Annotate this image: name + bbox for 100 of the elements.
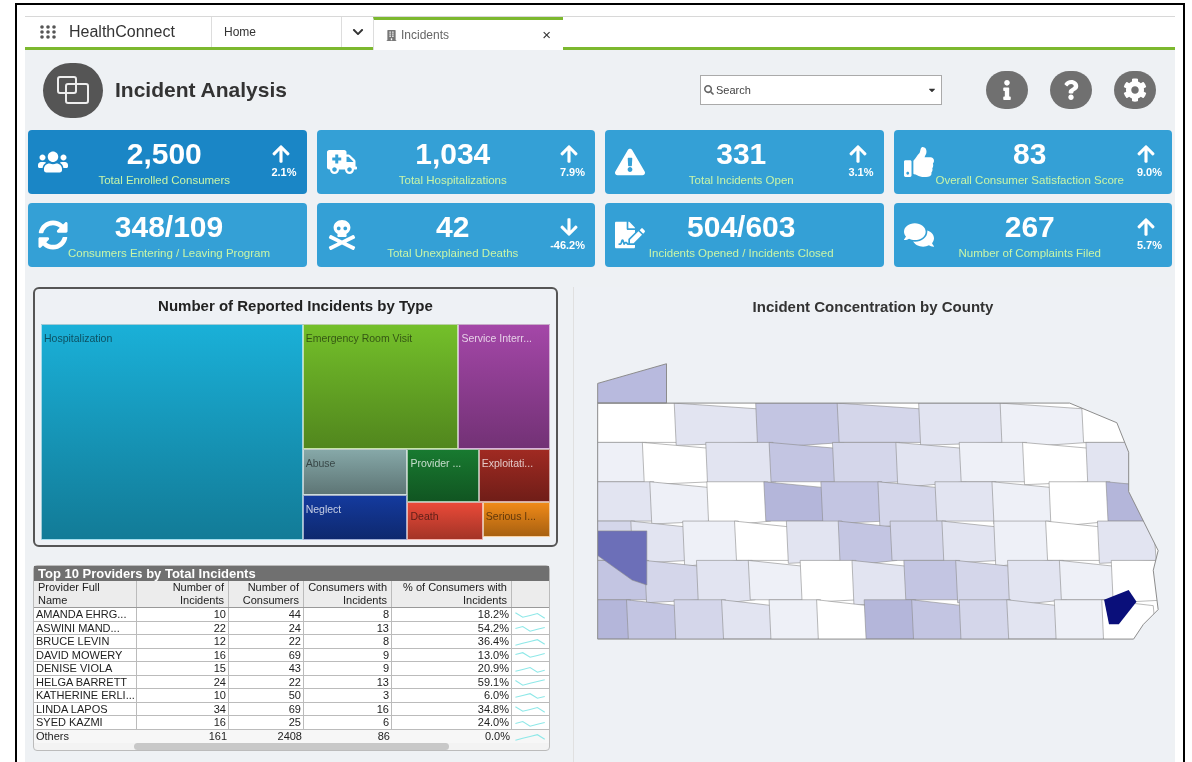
- table-cell: 13: [304, 621, 392, 634]
- table-cell: 69: [229, 648, 304, 661]
- table-cell: 6: [304, 716, 392, 729]
- kpi-card[interactable]: 42 Total Unexplained Deaths -46.2%: [316, 203, 595, 267]
- kpi-change: 5.7%: [1136, 237, 1162, 253]
- total-cell-text: Others: [35, 729, 70, 743]
- tab[interactable]: Incidents ×: [373, 17, 563, 50]
- column-header[interactable]: Provider Full Name: [34, 581, 137, 607]
- kpi-label: Number of Complaints Filed: [958, 246, 1101, 261]
- table-cell: LINDA LAPOS: [34, 702, 137, 715]
- table-cell: 9: [304, 648, 392, 661]
- treemap-tile[interactable]: Exploitati...: [478, 449, 550, 503]
- speech-bubbles-icon: [903, 220, 934, 250]
- table-cell: 13.0%: [392, 648, 512, 661]
- horizontal-scrollbar[interactable]: [134, 742, 449, 750]
- table-cell: 69: [229, 702, 304, 715]
- app-launcher-icon[interactable]: [39, 24, 57, 40]
- table-cell: 34: [137, 702, 229, 715]
- column-header[interactable]: Number of Incidents: [137, 581, 229, 607]
- kpi-card[interactable]: 83 Overall Consumer Satisfaction Score 9.0%: [893, 130, 1172, 194]
- close-tab-button[interactable]: ×: [542, 23, 551, 47]
- column-header[interactable]: Number of Consumers: [229, 581, 304, 607]
- kpi-card[interactable]: 1,034 Total Hospitalizations 7.9%: [316, 130, 595, 194]
- table-cell: 50: [229, 689, 304, 702]
- treemap-tile[interactable]: Provider ...: [407, 449, 479, 503]
- table-cell: 25: [229, 716, 304, 729]
- table-cell: 16: [137, 716, 229, 729]
- table-cell: 24: [137, 675, 229, 688]
- table-cell: DAVID MOWERY: [34, 648, 137, 661]
- table-cell: 22: [229, 675, 304, 688]
- table-cell: 13: [304, 675, 392, 688]
- kpi-label: Incidents Opened / Incidents Closed: [648, 246, 834, 261]
- treemap-tile[interactable]: Serious I...: [482, 502, 550, 537]
- kpi-card[interactable]: 267 Number of Complaints Filed 5.7%: [893, 203, 1172, 267]
- treemap-tile[interactable]: Death: [407, 502, 483, 540]
- table-cell: 59.1%: [392, 675, 512, 688]
- app-name: HealthConnect: [69, 22, 175, 42]
- table-cell: 24.0%: [392, 716, 512, 729]
- kpi-label: Total Unexplained Deaths: [387, 246, 519, 261]
- kpi-change: -46.2%: [550, 237, 585, 253]
- kpi-label: Total Enrolled Consumers: [98, 173, 231, 188]
- table-title: Top 10 Providers by Total Incidents: [34, 566, 549, 581]
- total-cell-text: 0.0%: [483, 729, 511, 743]
- column-header[interactable]: Consumers with Incidents: [304, 581, 392, 607]
- kpi-value: 1,034: [415, 136, 491, 172]
- treemap-tile[interactable]: Hospitalization: [41, 323, 303, 540]
- kpi-card[interactable]: 2,500 Total Enrolled Consumers 2.1%: [28, 130, 307, 194]
- table-cell: 15: [137, 662, 229, 675]
- signed-document-icon: [615, 220, 645, 250]
- kpi-value: 83: [1013, 136, 1047, 172]
- kpi-card[interactable]: 504/603 Incidents Opened / Incidents Closed: [605, 203, 884, 267]
- building-icon: [386, 29, 397, 41]
- kpi-card[interactable]: 331 Total Incidents Open 3.1%: [605, 130, 884, 194]
- table-cell: 34.8%: [392, 702, 512, 715]
- help-button[interactable]: [1050, 71, 1092, 109]
- table-cell: 43: [229, 662, 304, 675]
- gear-icon: [1123, 78, 1147, 102]
- table-cell: 9: [304, 662, 392, 675]
- treemap-tile[interactable]: Service Interr...: [458, 323, 550, 450]
- info-button[interactable]: [986, 71, 1028, 109]
- table-cell: 16: [137, 648, 229, 661]
- treemap-tile[interactable]: Emergency Room Visit: [302, 323, 459, 450]
- total-cell-text: 2408: [276, 729, 303, 743]
- page-logo-icon: [43, 62, 103, 118]
- table-cell: HELGA BARRETT: [34, 675, 137, 688]
- settings-button[interactable]: [1114, 71, 1156, 109]
- kpi-value: 348/109: [114, 209, 224, 245]
- kpi-label: Total Incidents Open: [688, 173, 794, 188]
- table-cell: 8: [304, 635, 392, 648]
- total-cell-text: 161: [207, 729, 228, 743]
- tab[interactable]: Home: [211, 17, 341, 47]
- kpi-label: Consumers Entering / Leaving Program: [68, 246, 270, 261]
- table-cell: AMANDA EHRG...: [34, 608, 137, 621]
- refresh-icon: [38, 220, 68, 250]
- table-cell: 44: [229, 608, 304, 621]
- kpi-value: 267: [1004, 209, 1055, 245]
- kpi-value: 42: [436, 209, 470, 245]
- kpi-change: 9.0%: [1136, 164, 1162, 180]
- table-cell: 22: [137, 621, 229, 634]
- total-cell-text: 86: [376, 729, 391, 743]
- table-cell: 22: [229, 635, 304, 648]
- column-header[interactable]: % of Consumers with Incidents: [392, 581, 512, 607]
- table-cell: 36.4%: [392, 635, 512, 648]
- kpi-label: Overall Consumer Satisfaction Score: [935, 173, 1125, 188]
- table-cell: SYED KAZMI: [34, 716, 137, 729]
- kpi-card[interactable]: 348/109 Consumers Entering / Leaving Program: [28, 203, 307, 267]
- table-cell: 20.9%: [392, 662, 512, 675]
- table-cell: BRUCE LEVIN: [34, 635, 137, 648]
- table-cell: 12: [137, 635, 229, 648]
- chart-title: Number of Reported Incidents by Type: [157, 296, 434, 316]
- table-cell: 10: [137, 608, 229, 621]
- treemap-tile[interactable]: Neglect: [302, 494, 408, 540]
- table-cell: 8: [304, 608, 392, 621]
- treemap-tile[interactable]: Abuse: [302, 449, 408, 495]
- search-field[interactable]: Search: [700, 75, 942, 105]
- table-cell: DENISE VIOLA: [34, 662, 137, 675]
- chevron-down-icon[interactable]: [351, 26, 364, 38]
- table-cell: KATHERINE ERLI...: [34, 689, 137, 702]
- page-title: Incident Analysis: [115, 77, 287, 104]
- table-cell: 3: [304, 689, 392, 702]
